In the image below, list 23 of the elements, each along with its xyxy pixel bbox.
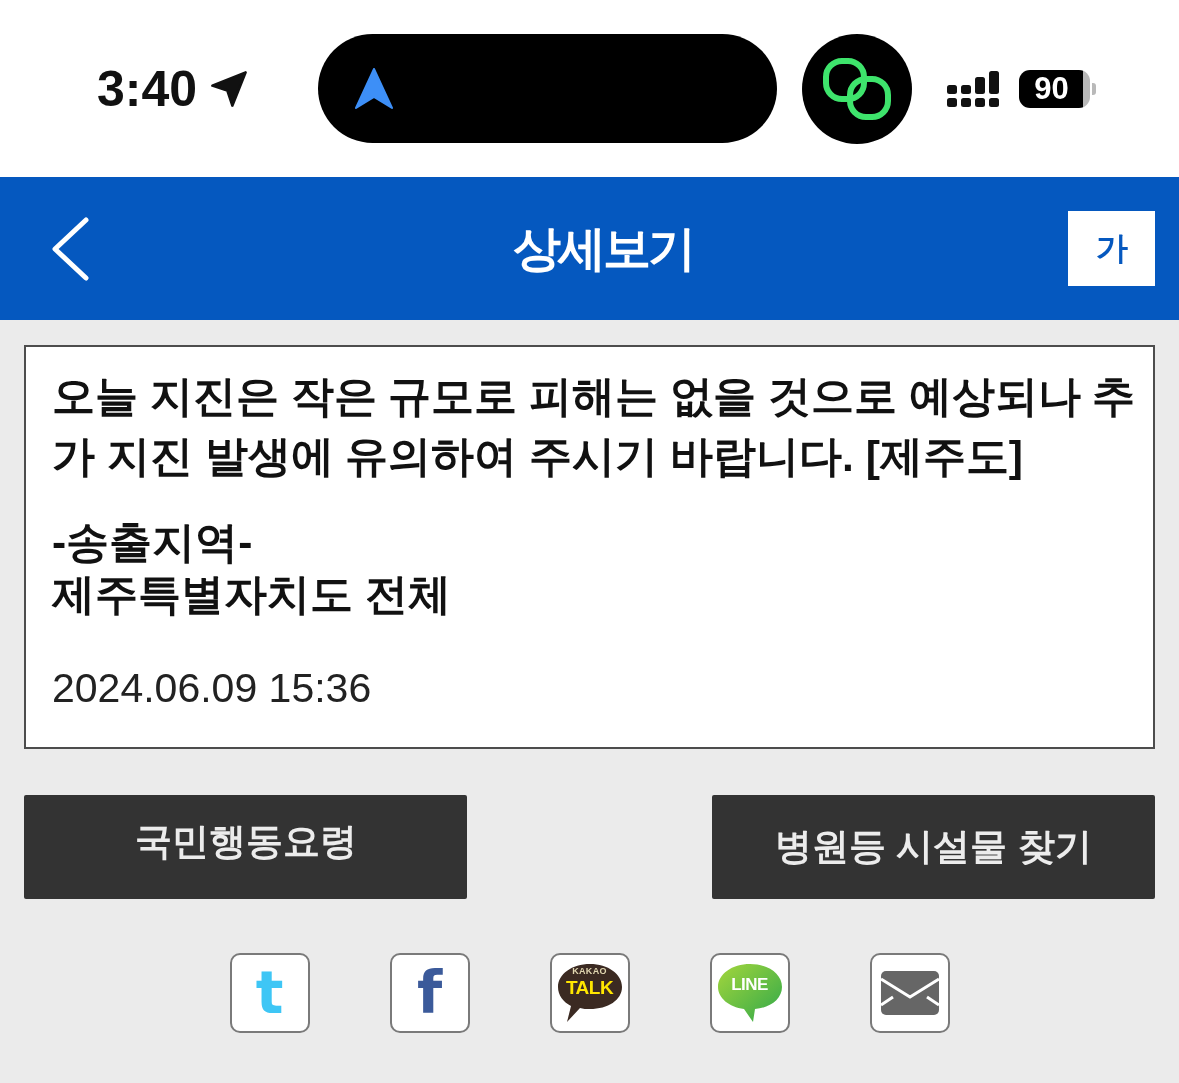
message-timestamp: 2024.06.09 15:36 <box>52 665 372 711</box>
status-time: 3:40 <box>97 60 199 117</box>
linked-rings-icon <box>802 33 912 144</box>
message-text: 오늘 지진은 작은 규모로 피해는 없을 것으로 예상되나 추가 지진 발생에 유의하여 주시기 바랍니다. [제주도] <box>52 372 1137 482</box>
envelope-icon <box>880 971 939 1015</box>
action-button[interactable]: 병원등 시설물 찾기 <box>712 795 1155 899</box>
location-arrow-icon <box>209 68 249 109</box>
speech-bubble-icon <box>716 962 783 1024</box>
font-size-button[interactable]: 가 <box>1068 211 1155 286</box>
share-button[interactable]: f <box>389 953 470 1033</box>
speech-bubble-icon <box>556 962 623 1024</box>
back-chevron-icon <box>50 216 90 281</box>
region-name: 제주특별자치도 전체 <box>52 570 451 620</box>
page-title: 상세보기 <box>512 220 693 277</box>
region-heading: -송출지역- <box>52 518 253 568</box>
back-button[interactable] <box>50 216 90 281</box>
share-button[interactable]: KAKAO TALK <box>549 953 630 1033</box>
signal-icon <box>947 70 1001 107</box>
battery-indicator: 90 <box>1019 69 1090 108</box>
action-button[interactable]: 국민행동요령 <box>24 795 467 899</box>
battery-tip-icon <box>1092 82 1096 95</box>
share-button[interactable] <box>869 953 950 1033</box>
navigation-arrow-icon <box>355 67 393 110</box>
